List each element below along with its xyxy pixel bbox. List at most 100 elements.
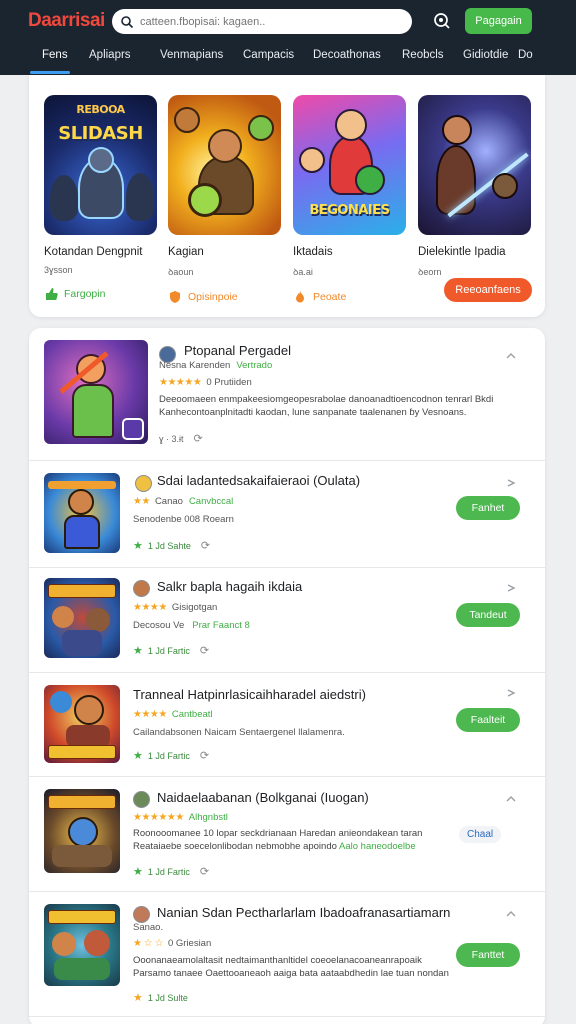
game-description: Senodenbe 008 Roearn <box>133 514 234 525</box>
list-item[interactable]: Ptopanal Pergadel Nesna Karenden Vertrad… <box>29 328 545 461</box>
item-footer: ★ 1 Jd Fartic ⟳ <box>133 749 209 762</box>
footer-info: 1 Jd Fartic <box>147 750 190 761</box>
refresh-icon: ⟳ <box>193 433 203 445</box>
app-logo[interactable]: Daarrisai <box>28 10 105 32</box>
search-input[interactable] <box>140 15 400 28</box>
list-item[interactable]: Salkr bapla hagaih ikdaia ★★★★ Gisigotga… <box>29 568 545 673</box>
rating-line: ★★★★ Cantbeatl <box>133 709 213 720</box>
footer-info: 1 Jd Sahte <box>147 540 191 551</box>
game-icon-art: REBOOA SLIDASH <box>44 95 157 235</box>
verified-tag: Vertrado <box>236 360 273 371</box>
footer-info: 1 Jd Sulte <box>147 992 188 1003</box>
star-rating-icon: ★★★★ <box>133 709 167 720</box>
star-rating-icon: ★★★★ <box>133 602 167 613</box>
thumbs-up-icon <box>46 288 58 300</box>
refresh-icon: ⟳ <box>199 866 210 878</box>
list-item[interactable]: Sdai ladantedsakaifaieraoi (Oulata) ★★ C… <box>29 461 545 568</box>
featured-badge-label: Fargopin <box>64 288 106 300</box>
install-button[interactable]: Fanhet <box>456 496 520 520</box>
item-footer: ★ 1 Jd Sahte ⟳ <box>133 539 210 552</box>
avatar <box>135 475 152 492</box>
featured-action-button[interactable]: Reeoanfaens <box>444 278 532 302</box>
install-button[interactable]: Tandeut <box>456 603 520 627</box>
developer-name: Nesna Karenden <box>159 360 231 371</box>
chevron-up-icon[interactable] <box>505 908 517 920</box>
avatar <box>133 580 150 597</box>
rating-line: ★★★★ Gisigotgan <box>133 602 217 613</box>
footer-info: ɣ · 3.ɨt <box>159 433 184 444</box>
game-title[interactable]: Tranneal Hatpinrlasicaihharadel aiedstri… <box>133 687 366 702</box>
chevron-right-icon[interactable] <box>505 477 517 489</box>
tab-5[interactable]: Reobcls <box>402 49 444 61</box>
flame-icon <box>296 291 304 303</box>
game-icon-art: BEGONAIES <box>293 95 406 235</box>
rating-line: ★★★★★★ Alhgnbstl <box>133 812 228 823</box>
rating-label: Gisigotgan <box>171 602 218 613</box>
game-thumbnail <box>44 578 120 658</box>
tab-6[interactable]: Gidiotdie <box>463 49 508 61</box>
featured-badge: Fargopin <box>44 287 157 301</box>
install-button[interactable]: Fanttet <box>456 943 520 967</box>
chevron-right-icon[interactable] <box>505 582 517 594</box>
game-icon-art <box>168 95 281 235</box>
game-thumbnail <box>44 789 120 873</box>
tab-1[interactable]: Apliaprs <box>89 49 131 61</box>
game-thumbnail <box>44 685 120 763</box>
game-description: Cailandabsonen Naicam Sentaergenel llala… <box>133 727 345 738</box>
list-item[interactable]: Nanian Sdan Pectharlarlam Ibadoafranasar… <box>29 892 545 1017</box>
game-description: Roonooomanee 10 lopar seckdrianaan Hared… <box>133 827 463 853</box>
star-rating-icon: ★ ☆ ☆ <box>133 938 163 949</box>
game-description: Decosou Ve <box>133 620 185 631</box>
category-tabs: Fens Apliaprs Venmapians Campacis Decoat… <box>0 44 576 74</box>
tab-2[interactable]: Venmapians <box>160 49 223 61</box>
install-button[interactable]: Faalteit <box>456 708 520 732</box>
search-icon <box>121 15 134 28</box>
featured-card[interactable]: REBOOA SLIDASH Kotandan Dengpnit 3ɣsson … <box>44 95 157 301</box>
art-subtitle: REBOOA <box>76 103 125 116</box>
rating-line: ★★★★★ 0 Prutiiden <box>159 377 252 388</box>
star-icon: ★ <box>133 540 143 552</box>
featured-name: Kagian <box>168 246 204 258</box>
refresh-icon: ⟳ <box>199 750 210 762</box>
star-rating-icon: ★★ <box>133 496 150 507</box>
tab-0[interactable]: Fens <box>42 49 68 61</box>
featured-card[interactable]: Dielekintle Ipadia ꝺeorn <box>418 95 531 278</box>
game-description: Deeoomaeen enmpakeesiomgeopesrabolae dan… <box>159 394 494 418</box>
category-tag: Alhgnbstl <box>188 812 228 823</box>
chevron-up-icon[interactable] <box>505 793 517 805</box>
game-list: Ptopanal Pergadel Nesna Karenden Vertrad… <box>29 328 545 1024</box>
game-title[interactable]: Sdai ladantedsakaifaieraoi (Oulata) <box>157 473 360 488</box>
tab-3[interactable]: Campacis <box>243 49 294 61</box>
game-title[interactable]: Ptopanal Pergadel <box>184 343 291 358</box>
game-title[interactable]: Naidaelaabanan (Bolkganai (Iuogan) <box>157 790 369 805</box>
featured-name: Iktadais <box>293 246 333 258</box>
featured-size: ꝺaoun <box>168 267 194 277</box>
star-rating-icon: ★★★★★★ <box>133 812 184 823</box>
featured-card[interactable]: BEGONAIES Iktadais ꝺa.ai Peoate <box>293 95 406 304</box>
footer-info: 1 Jd Fartic <box>147 866 190 877</box>
rating-line: ★★ Canao Canvbccal <box>133 496 233 507</box>
featured-card[interactable]: Kagian ꝺaoun Opisinpoie <box>168 95 281 304</box>
featured-size: 3ɣsson <box>44 265 73 275</box>
chevron-up-icon[interactable] <box>505 350 517 362</box>
avatar <box>133 906 150 923</box>
tab-7[interactable]: Do <box>518 49 533 61</box>
developer-name: Canao <box>154 496 183 507</box>
chat-chip[interactable]: Chaal <box>459 826 502 843</box>
game-title[interactable]: Salkr bapla hagaih ikdaia <box>157 579 302 594</box>
star-icon: ★ <box>133 750 143 762</box>
chevron-right-icon[interactable] <box>505 687 517 699</box>
voice-search-icon[interactable] <box>432 11 452 31</box>
search-box[interactable] <box>112 9 412 34</box>
list-item[interactable]: Naidaelaabanan (Bolkganai (Iuogan) ★★★★★… <box>29 777 545 892</box>
description-line: Decosou Ve Prar Faanct 8 <box>133 620 250 631</box>
list-item[interactable]: Tranneal Hatpinrlasicaihharadel aiedstri… <box>29 673 545 777</box>
category-tag: Cantbeatl <box>171 709 213 720</box>
game-thumbnail <box>44 340 148 444</box>
category-tag: Prar Faanct 8 <box>192 620 250 631</box>
tab-4[interactable]: Decoathonas <box>313 49 381 61</box>
game-title[interactable]: Nanian Sdan Pectharlarlam Ibadoafranasar… <box>157 905 450 920</box>
featured-name: Kotandan Dengpnit <box>44 246 143 258</box>
header-cta-button[interactable]: Pagagain <box>465 8 532 34</box>
active-tab-indicator <box>30 71 70 74</box>
